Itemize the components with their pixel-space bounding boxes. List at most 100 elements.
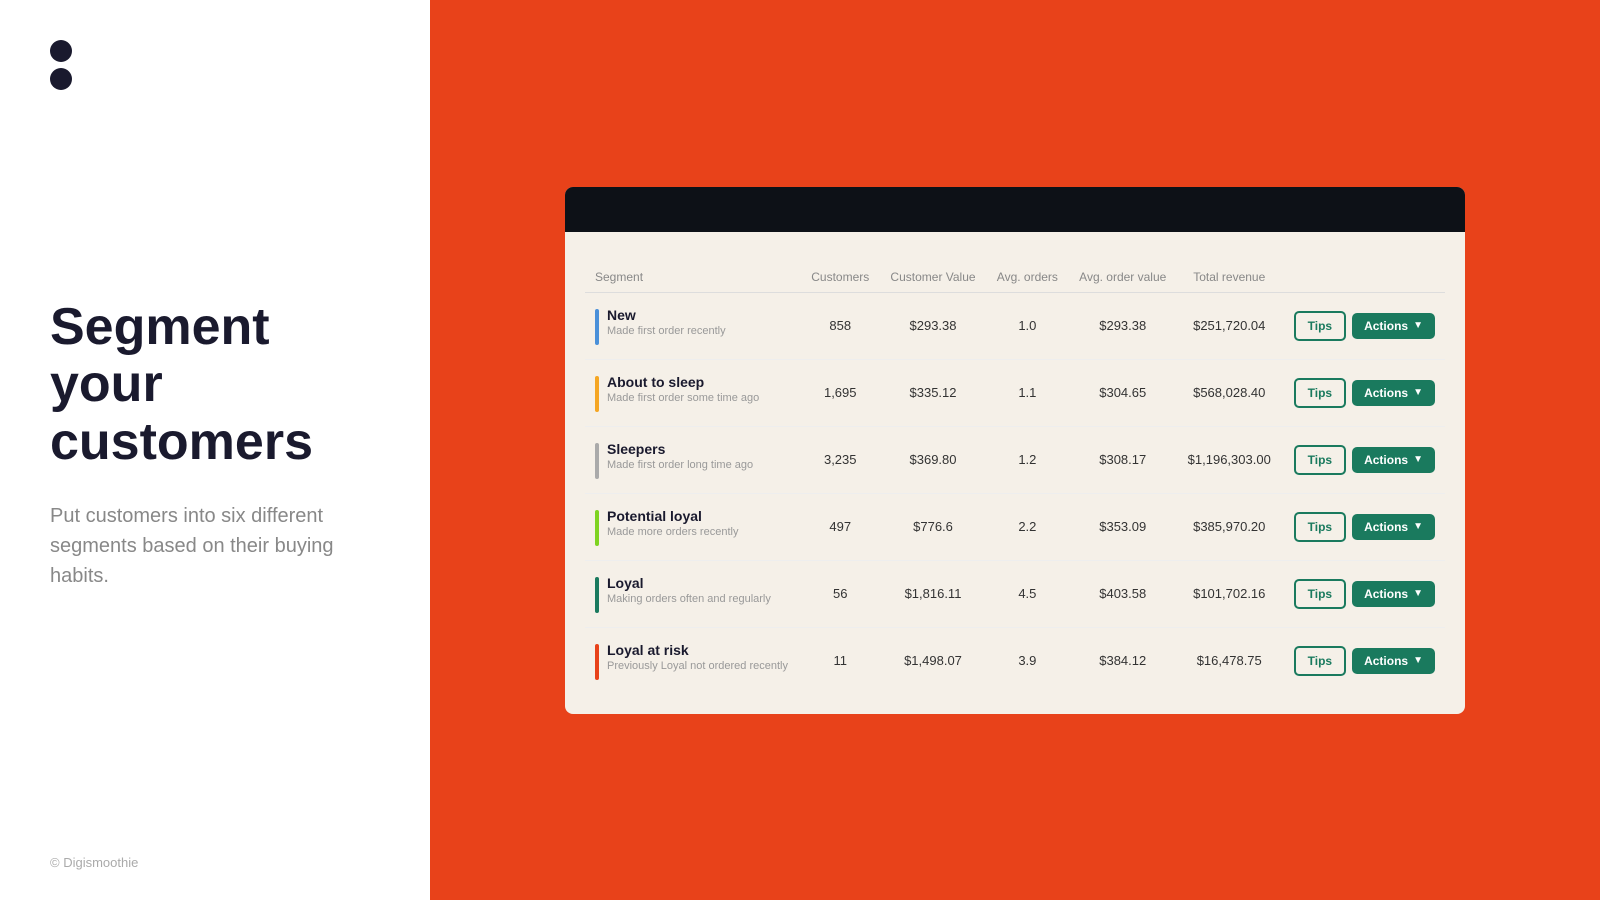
chevron-down-icon: ▼	[1413, 521, 1423, 532]
actions-cell: Tips Actions ▼	[1281, 493, 1445, 560]
segment-color-indicator	[595, 644, 599, 680]
segment-name-cell: About to sleep Made first order some tim…	[585, 359, 801, 426]
cell-customer_value: $369.80	[880, 426, 987, 493]
segment-name-label: About to sleep	[607, 374, 759, 390]
actions-cell: Tips Actions ▼	[1281, 292, 1445, 359]
table-row: Loyal at risk Previously Loyal not order…	[585, 627, 1445, 694]
tips-button[interactable]: Tips	[1294, 445, 1346, 475]
logo-dot-top	[50, 40, 72, 62]
segment-name-wrapper: Loyal at risk Previously Loyal not order…	[595, 642, 791, 680]
cell-total_revenue: $385,970.20	[1177, 493, 1281, 560]
segment-desc-label: Making orders often and regularly	[607, 593, 771, 605]
cell-customers: 3,235	[801, 426, 880, 493]
left-content: Segment your customers Put customers int…	[50, 90, 380, 860]
cell-avg_order_value: $304.65	[1068, 359, 1177, 426]
col-header-actions	[1281, 262, 1445, 293]
tips-button[interactable]: Tips	[1294, 378, 1346, 408]
actions-button[interactable]: Actions ▼	[1352, 648, 1435, 674]
cell-customer_value: $335.12	[880, 359, 987, 426]
segment-name-wrapper: Loyal Making orders often and regularly	[595, 575, 791, 613]
segment-name-cell: New Made first order recently	[585, 292, 801, 359]
cell-customers: 858	[801, 292, 880, 359]
chevron-down-icon: ▼	[1413, 387, 1423, 398]
actions-button[interactable]: Actions ▼	[1352, 514, 1435, 540]
cell-customers: 1,695	[801, 359, 880, 426]
segment-name-wrapper: About to sleep Made first order some tim…	[595, 374, 791, 412]
col-header-customers: Customers	[801, 262, 880, 293]
segment-color-indicator	[595, 443, 599, 479]
table-header-row: SegmentCustomersCustomer ValueAvg. order…	[585, 262, 1445, 293]
segment-color-indicator	[595, 510, 599, 546]
actions-group: Tips Actions ▼	[1291, 378, 1435, 408]
segment-table: SegmentCustomersCustomer ValueAvg. order…	[585, 262, 1445, 694]
cell-avg_orders: 4.5	[986, 560, 1068, 627]
segment-name-wrapper: Potential loyal Made more orders recentl…	[595, 508, 791, 546]
tips-button[interactable]: Tips	[1294, 646, 1346, 676]
main-heading: Segment your customers	[50, 299, 380, 471]
segment-name-cell: Potential loyal Made more orders recentl…	[585, 493, 801, 560]
actions-button[interactable]: Actions ▼	[1352, 313, 1435, 339]
actions-group: Tips Actions ▼	[1291, 445, 1435, 475]
cell-customers: 56	[801, 560, 880, 627]
tips-button[interactable]: Tips	[1294, 579, 1346, 609]
cell-avg_order_value: $353.09	[1068, 493, 1177, 560]
chevron-down-icon: ▼	[1413, 320, 1423, 331]
segment-text: About to sleep Made first order some tim…	[607, 374, 759, 404]
cell-avg_orders: 1.0	[986, 292, 1068, 359]
segment-text: Loyal Making orders often and regularly	[607, 575, 771, 605]
actions-cell: Tips Actions ▼	[1281, 426, 1445, 493]
col-header-customer-value: Customer Value	[880, 262, 987, 293]
segment-text: Loyal at risk Previously Loyal not order…	[607, 642, 788, 672]
cell-total_revenue: $1,196,303.00	[1177, 426, 1281, 493]
segment-desc-label: Made first order some time ago	[607, 392, 759, 404]
segment-name-label: Loyal	[607, 575, 771, 591]
cell-customer_value: $293.38	[880, 292, 987, 359]
cell-total_revenue: $101,702.16	[1177, 560, 1281, 627]
cell-customer_value: $1,816.11	[880, 560, 987, 627]
card-header	[565, 187, 1465, 232]
sub-text: Put customers into six different segment…	[50, 501, 380, 591]
table-row: About to sleep Made first order some tim…	[585, 359, 1445, 426]
table-row: Potential loyal Made more orders recentl…	[585, 493, 1445, 560]
cell-avg_orders: 1.1	[986, 359, 1068, 426]
actions-group: Tips Actions ▼	[1291, 311, 1435, 341]
segment-name-cell: Loyal at risk Previously Loyal not order…	[585, 627, 801, 694]
actions-button[interactable]: Actions ▼	[1352, 447, 1435, 473]
segment-name-label: Sleepers	[607, 441, 753, 457]
segment-text: Sleepers Made first order long time ago	[607, 441, 753, 471]
cell-avg_order_value: $384.12	[1068, 627, 1177, 694]
segment-text: Potential loyal Made more orders recentl…	[607, 508, 738, 538]
tips-button[interactable]: Tips	[1294, 311, 1346, 341]
card-body: SegmentCustomersCustomer ValueAvg. order…	[565, 232, 1465, 714]
cell-total_revenue: $251,720.04	[1177, 292, 1281, 359]
col-header-segment: Segment	[585, 262, 801, 293]
segment-color-indicator	[595, 309, 599, 345]
tips-button[interactable]: Tips	[1294, 512, 1346, 542]
cell-avg_orders: 2.2	[986, 493, 1068, 560]
cell-avg_orders: 1.2	[986, 426, 1068, 493]
segment-color-indicator	[595, 577, 599, 613]
table-row: Loyal Making orders often and regularly …	[585, 560, 1445, 627]
cell-avg_order_value: $403.58	[1068, 560, 1177, 627]
segment-name-label: New	[607, 307, 726, 323]
actions-cell: Tips Actions ▼	[1281, 560, 1445, 627]
segment-text: New Made first order recently	[607, 307, 726, 337]
actions-button[interactable]: Actions ▼	[1352, 380, 1435, 406]
cell-avg_orders: 3.9	[986, 627, 1068, 694]
chevron-down-icon: ▼	[1413, 655, 1423, 666]
segment-color-indicator	[595, 376, 599, 412]
segment-desc-label: Previously Loyal not ordered recently	[607, 660, 788, 672]
segment-name-cell: Sleepers Made first order long time ago	[585, 426, 801, 493]
cell-avg_order_value: $308.17	[1068, 426, 1177, 493]
cell-total_revenue: $568,028.40	[1177, 359, 1281, 426]
actions-button[interactable]: Actions ▼	[1352, 581, 1435, 607]
segment-desc-label: Made first order long time ago	[607, 459, 753, 471]
right-panel: SegmentCustomersCustomer ValueAvg. order…	[430, 0, 1600, 900]
cell-customers: 497	[801, 493, 880, 560]
logo	[50, 40, 380, 90]
segment-desc-label: Made first order recently	[607, 325, 726, 337]
segment-name-wrapper: New Made first order recently	[595, 307, 791, 345]
logo-dot-bottom	[50, 68, 72, 90]
actions-cell: Tips Actions ▼	[1281, 359, 1445, 426]
cell-customer_value: $1,498.07	[880, 627, 987, 694]
